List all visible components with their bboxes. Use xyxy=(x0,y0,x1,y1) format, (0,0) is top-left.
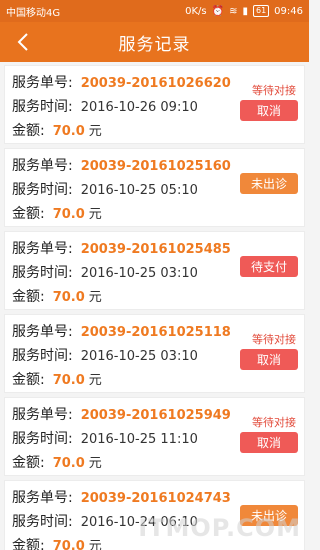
order-number: 20039-20161025485 xyxy=(80,242,231,257)
amount-row: 金额: 70.0 元 xyxy=(12,120,102,140)
record-card: 服务单号: 20039-20161025160 服务时间: 2016-10-25… xyxy=(4,148,305,227)
amount-row: 金额: 70.0 元 xyxy=(12,452,102,472)
amount-label: 金额: xyxy=(12,206,45,222)
service-time: 2016-10-26 09:10 xyxy=(80,100,198,115)
currency-unit: 元 xyxy=(88,290,102,305)
order-row: 服务单号: 20039-20161025949 xyxy=(12,404,231,424)
amount-value: 70.0 xyxy=(52,290,85,305)
watermark: ITMOP.COM xyxy=(138,514,301,542)
order-label: 服务单号: xyxy=(12,158,73,174)
currency-unit: 元 xyxy=(88,207,102,222)
order-row: 服务单号: 20039-20161025118 xyxy=(12,321,231,341)
wifi-icon: ≋ xyxy=(229,5,238,17)
amount-row: 金额: 70.0 元 xyxy=(12,203,102,223)
app-header: 服务记录 xyxy=(0,22,309,62)
cancel-button[interactable]: 取消 xyxy=(240,349,298,370)
page-title: 服务记录 xyxy=(118,34,191,55)
time-label: 服务时间: xyxy=(12,348,73,364)
order-number: 20039-20161025160 xyxy=(80,159,231,174)
currency-unit: 元 xyxy=(88,456,102,471)
time-row: 服务时间: 2016-10-25 05:10 xyxy=(12,179,198,199)
order-row: 服务单号: 20039-20161025160 xyxy=(12,155,231,175)
time-row: 服务时间: 2016-10-26 09:10 xyxy=(12,96,198,116)
carrier-label: 中国移动4G xyxy=(6,7,61,19)
amount-label: 金额: xyxy=(12,289,45,305)
order-number: 20039-20161026620 xyxy=(80,76,231,91)
signal-icon: ▮ xyxy=(242,5,248,17)
record-list[interactable]: 服务单号: 20039-20161026620 服务时间: 2016-10-26… xyxy=(0,65,309,550)
amount-value: 70.0 xyxy=(52,207,85,222)
record-card: 服务单号: 20039-20161026620 服务时间: 2016-10-26… xyxy=(4,65,305,144)
amount-label: 金额: xyxy=(12,538,45,550)
time-label: 服务时间: xyxy=(12,431,73,447)
cancel-button[interactable]: 取消 xyxy=(240,100,298,121)
clock: 09:46 xyxy=(274,5,303,17)
status-note: 等待对接 xyxy=(252,333,296,346)
order-number: 20039-20161024743 xyxy=(80,491,231,506)
service-time: 2016-10-25 03:10 xyxy=(80,266,198,281)
order-label: 服务单号: xyxy=(12,490,73,506)
record-card: 服务单号: 20039-20161025485 服务时间: 2016-10-25… xyxy=(4,231,305,310)
order-row: 服务单号: 20039-20161026620 xyxy=(12,72,231,92)
back-button[interactable] xyxy=(10,22,36,62)
amount-label: 金额: xyxy=(12,123,45,139)
back-arrow-icon xyxy=(17,33,28,51)
record-card: 服务单号: 20039-20161025949 服务时间: 2016-10-25… xyxy=(4,397,305,476)
order-number: 20039-20161025949 xyxy=(80,408,231,423)
record-card: 服务单号: 20039-20161025118 服务时间: 2016-10-25… xyxy=(4,314,305,393)
not-visited-button[interactable]: 未出诊 xyxy=(240,173,298,194)
amount-value: 70.0 xyxy=(52,539,85,550)
status-note: 等待对接 xyxy=(252,416,296,429)
time-row: 服务时间: 2016-10-25 03:10 xyxy=(12,262,198,282)
amount-row: 金额: 70.0 元 xyxy=(12,369,102,389)
alarm-icon: ⏰ xyxy=(211,5,225,17)
time-row: 服务时间: 2016-10-25 03:10 xyxy=(12,345,198,365)
order-label: 服务单号: xyxy=(12,241,73,257)
pay-button[interactable]: 待支付 xyxy=(240,256,298,277)
status-note: 等待对接 xyxy=(252,84,296,97)
amount-row: 金额: 70.0 元 xyxy=(12,535,102,550)
service-time: 2016-10-25 03:10 xyxy=(80,349,198,364)
amount-label: 金额: xyxy=(12,372,45,388)
network-speed: 0K/s xyxy=(185,5,207,17)
currency-unit: 元 xyxy=(88,373,102,388)
status-bar: 中国移动4G 0K/s ⏰ ≋ ▮ 61 09:46 xyxy=(0,0,309,22)
order-row: 服务单号: 20039-20161025485 xyxy=(12,238,231,258)
amount-row: 金额: 70.0 元 xyxy=(12,286,102,306)
amount-value: 70.0 xyxy=(52,373,85,388)
service-time: 2016-10-25 05:10 xyxy=(80,183,198,198)
time-label: 服务时间: xyxy=(12,182,73,198)
amount-label: 金额: xyxy=(12,455,45,471)
service-time: 2016-10-25 11:10 xyxy=(80,432,198,447)
time-label: 服务时间: xyxy=(12,514,73,530)
cancel-button[interactable]: 取消 xyxy=(240,432,298,453)
order-label: 服务单号: xyxy=(12,407,73,423)
amount-value: 70.0 xyxy=(52,456,85,471)
order-number: 20039-20161025118 xyxy=(80,325,231,340)
battery-icon: 61 xyxy=(252,5,270,17)
currency-unit: 元 xyxy=(88,124,102,139)
status-icons: 0K/s ⏰ ≋ ▮ 61 09:46 xyxy=(185,5,303,17)
time-label: 服务时间: xyxy=(12,99,73,115)
order-label: 服务单号: xyxy=(12,324,73,340)
time-row: 服务时间: 2016-10-25 11:10 xyxy=(12,428,198,448)
order-label: 服务单号: xyxy=(12,75,73,91)
currency-unit: 元 xyxy=(88,539,102,550)
amount-value: 70.0 xyxy=(52,124,85,139)
time-label: 服务时间: xyxy=(12,265,73,281)
order-row: 服务单号: 20039-20161024743 xyxy=(12,487,231,507)
